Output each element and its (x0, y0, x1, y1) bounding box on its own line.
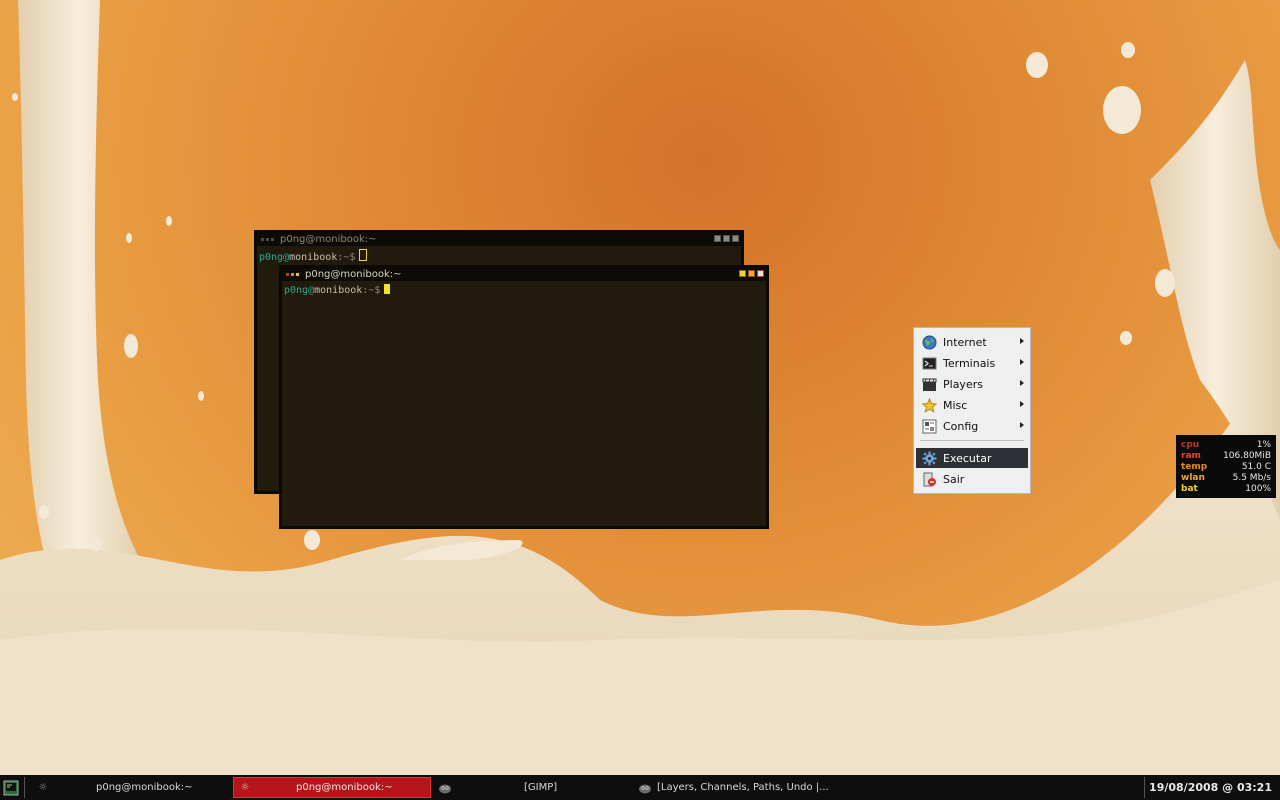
menu-item-label: Sair (943, 472, 965, 486)
monitor-value: 1% (1256, 440, 1271, 450)
gear-icon (922, 451, 937, 466)
root-menu: Internet Terminais Players Misc Config E… (913, 327, 1031, 494)
menu-item-label: Internet (943, 335, 987, 349)
submenu-arrow-icon (1020, 380, 1024, 386)
prompt-host: monibook (289, 252, 338, 263)
globe-icon (922, 335, 937, 350)
menu-separator (920, 440, 1024, 441)
menu-item-label: Terminais (943, 356, 996, 370)
text-cursor (384, 284, 391, 294)
prompt-user: p0ng (284, 285, 309, 296)
monitor-row-bat: bat 100% (1181, 484, 1271, 495)
minimize-button[interactable] (739, 270, 746, 277)
terminal-task-icon: ☼ (240, 782, 250, 793)
monitor-row-wlan: wlan 5.5 Mb/s (1181, 473, 1271, 484)
monitor-key: temp (1181, 462, 1208, 472)
maximize-button[interactable] (748, 270, 755, 277)
start-menu-button[interactable] (3, 777, 21, 798)
taskbar-separator (1144, 777, 1145, 798)
gimp-icon (634, 782, 656, 794)
monitor-key: ram (1181, 451, 1201, 461)
taskbar-separator (24, 777, 25, 798)
taskbar-task[interactable]: ☼ p0ng@monibook:~ (30, 777, 230, 798)
submenu-arrow-icon (1020, 359, 1024, 365)
prompt-path: :~ (362, 285, 375, 296)
menu-item-label: Misc (943, 398, 968, 412)
taskbar: ☼ p0ng@monibook:~ ☼ p0ng@monibook:~ [GIM… (0, 775, 1280, 800)
monitor-row-ram: ram 106.80MiB (1181, 451, 1271, 462)
window-menu-icon[interactable] (261, 238, 274, 241)
minimize-button[interactable] (714, 235, 721, 242)
menu-item-label: Config (943, 419, 979, 433)
task-label: [Layers, Channels, Paths, Undo |... (657, 782, 829, 793)
menu-item-internet[interactable]: Internet (916, 332, 1028, 352)
maximize-button[interactable] (723, 235, 730, 242)
terminal-body[interactable]: p0ng@monibook:~$ (282, 281, 766, 299)
task-label: p0ng@monibook:~ (296, 782, 393, 793)
clapperboard-icon (922, 377, 937, 392)
menu-item-label: Players (943, 377, 983, 391)
prompt-symbol: $ (349, 252, 356, 263)
prompt-host: monibook (314, 285, 363, 296)
monitor-value: 106.80MiB (1223, 451, 1271, 461)
clock[interactable]: 19/08/2008 @ 03:21 (1149, 775, 1272, 800)
prompt-symbol: $ (374, 285, 381, 296)
prompt-path: :~ (337, 252, 350, 263)
exit-icon (922, 472, 937, 487)
monitor-row-cpu: cpu 1% (1181, 440, 1271, 451)
terminal-launcher-icon (3, 780, 19, 795)
terminal-icon (922, 356, 937, 371)
menu-item-label: Executar (943, 451, 992, 465)
terminal-title: p0ng@monibook:~ (305, 269, 402, 280)
terminal-title: p0ng@monibook:~ (280, 234, 377, 245)
menu-item-players[interactable]: Players (916, 374, 1028, 394)
terminal-task-icon: ☼ (38, 782, 48, 793)
terminal-titlebar[interactable]: p0ng@monibook:~ (282, 268, 766, 281)
monitor-row-temp: temp 51.0 C (1181, 462, 1271, 473)
monitor-value: 5.5 Mb/s (1232, 473, 1271, 483)
system-monitor: cpu 1% ram 106.80MiB temp 51.0 C wlan 5.… (1176, 435, 1276, 498)
monitor-key: bat (1181, 484, 1198, 494)
menu-item-sair[interactable]: Sair (916, 469, 1028, 489)
menu-item-terminais[interactable]: Terminais (916, 353, 1028, 373)
star-icon (922, 397, 937, 413)
terminal-titlebar[interactable]: p0ng@monibook:~ (257, 233, 741, 246)
terminal-body[interactable]: p0ng@monibook:~$ (257, 246, 741, 266)
task-label: [GIMP] (524, 782, 558, 793)
close-button[interactable] (757, 270, 764, 277)
menu-item-executar[interactable]: Executar (916, 448, 1028, 468)
monitor-value: 51.0 C (1241, 462, 1271, 472)
terminal-window-focused[interactable]: p0ng@monibook:~ p0ng@monibook:~$ (279, 265, 769, 529)
submenu-arrow-icon (1020, 422, 1024, 428)
menu-item-config[interactable]: Config (916, 416, 1028, 436)
taskbar-task-active[interactable]: ☼ p0ng@monibook:~ (233, 777, 431, 798)
config-icon (922, 419, 937, 434)
taskbar-task[interactable]: [GIMP] (434, 777, 632, 798)
submenu-arrow-icon (1020, 401, 1024, 407)
menu-item-misc[interactable]: Misc (916, 395, 1028, 415)
task-label: p0ng@monibook:~ (96, 782, 193, 793)
monitor-key: cpu (1181, 440, 1200, 450)
monitor-key: wlan (1181, 473, 1205, 483)
submenu-arrow-icon (1020, 338, 1024, 344)
window-menu-icon[interactable] (286, 273, 299, 276)
text-cursor (359, 249, 368, 261)
taskbar-task[interactable]: [Layers, Channels, Paths, Undo |... (634, 777, 844, 798)
gimp-icon (434, 782, 456, 794)
close-button[interactable] (732, 235, 739, 242)
monitor-value: 100% (1245, 484, 1271, 494)
prompt-user: p0ng (259, 252, 284, 263)
